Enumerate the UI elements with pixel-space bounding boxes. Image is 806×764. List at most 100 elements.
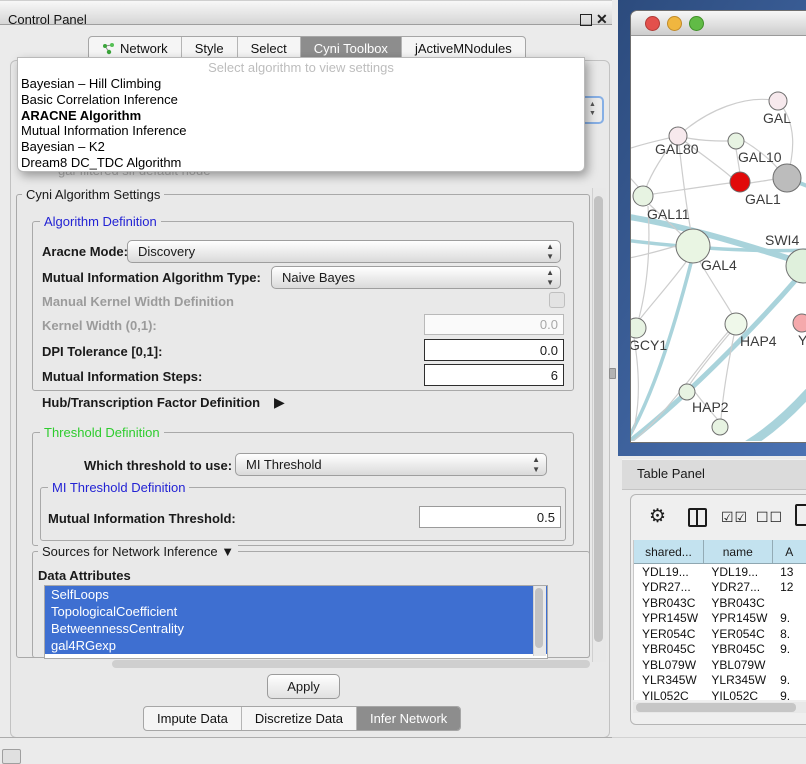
mi-threshold-group-title: MI Threshold Definition [48,480,189,495]
mi-type-label: Mutual Information Algorithm Type: [42,270,261,285]
tab-discretize-data[interactable]: Discretize Data [241,707,356,730]
float-window-icon[interactable] [580,14,592,26]
list-item[interactable]: gal4RGexp [45,637,547,654]
network-graph[interactable]: GAL GAL80 GAL10 GAL1 GAL11 GAL4 SWI4 GCY… [631,36,806,441]
node-label: HAP2 [692,399,729,415]
splitter-handle[interactable] [609,368,616,379]
table-row[interactable]: YBL079WYBL079W [634,657,806,673]
node-label: GCY1 [631,337,667,353]
list-item[interactable]: BetweennessCentrality [45,620,547,637]
option-mutual-information[interactable]: Mutual Information Inference [18,123,584,139]
manual-kernel-label: Manual Kernel Width Definition [42,294,234,309]
network-view-frame: GAL GAL80 GAL10 GAL1 GAL11 GAL4 SWI4 GCY… [618,0,806,456]
network-canvas[interactable]: GAL GAL80 GAL10 GAL1 GAL11 GAL4 SWI4 GCY… [631,36,806,441]
table-row[interactable]: YER054CYER054C8. [634,626,806,642]
option-aracne[interactable]: ARACNE Algorithm [18,108,584,124]
tab-impute-data[interactable]: Impute Data [144,707,241,730]
column-header[interactable]: shared... [634,540,703,564]
table-hscrollbar-thumb[interactable] [636,703,796,712]
collapse-arrow-icon[interactable]: ▼ [221,544,234,559]
list-item[interactable]: TopologicalCoefficient [45,603,547,620]
export-table-icon[interactable] [795,504,806,526]
node-label: GAL4 [701,257,737,273]
table-row[interactable]: YBR045CYBR045C9. [634,642,806,658]
node[interactable] [773,164,801,192]
cyni-algorithm-settings-title: Cyni Algorithm Settings [22,187,164,202]
node[interactable] [769,92,787,110]
list-scrollbar-thumb[interactable] [535,588,543,648]
data-attributes-list[interactable]: SelfLoops TopologicalCoefficient Between… [44,585,548,659]
deselect-all-columns-icon[interactable]: ☐☐ [756,509,783,526]
stepper-arrows-icon: ▲▼ [546,242,554,262]
network-window-titlebar[interactable] [631,11,806,36]
settings-scrollbar-thumb[interactable] [594,196,603,642]
node-swi4[interactable] [786,249,806,283]
mi-steps-label: Mutual Information Steps: [42,369,202,384]
close-panel-icon[interactable]: ✕ [596,11,608,28]
node[interactable] [712,419,728,435]
node-label: SWI4 [765,232,799,248]
manual-kernel-checkbox[interactable] [549,292,565,308]
which-threshold-select[interactable]: MI Threshold ▲▼ [235,453,547,476]
node-label: GAL10 [738,149,782,165]
column-header[interactable]: A [772,540,806,564]
table-row[interactable]: YDL19...YDL19...13 [634,564,806,580]
edge[interactable] [750,179,774,183]
expander-arrow-icon[interactable]: ▶ [274,394,285,411]
node[interactable] [728,133,744,149]
table-row[interactable]: YLR345WYLR345W9. [634,673,806,689]
network-window: GAL GAL80 GAL10 GAL1 GAL11 GAL4 SWI4 GCY… [630,10,806,443]
edge[interactable] [653,183,730,194]
threshold-definition-title: Threshold Definition [40,425,164,440]
option-bayesian-k2[interactable]: Bayesian – K2 [18,139,584,155]
option-basic-correlation[interactable]: Basic Correlation Inference [18,92,584,108]
minimize-window-icon[interactable] [667,16,682,31]
select-all-columns-icon[interactable]: ☑☑ [721,509,748,526]
gear-icon[interactable]: ⚙ [649,505,666,528]
node-table[interactable]: shared... name A YDL19...YDL19...13 YDR2… [633,540,806,700]
aracne-mode-select[interactable]: Discovery ▲▼ [127,240,561,263]
node-label: GAL11 [647,206,690,222]
algorithm-definition-title: Algorithm Definition [40,214,161,229]
mi-threshold-input[interactable]: 0.5 [419,506,561,528]
edge[interactable] [631,246,676,260]
node[interactable] [631,318,646,338]
option-dream8[interactable]: Dream8 DC_TDC Algorithm [18,155,584,171]
control-panel-titlebar [0,0,612,25]
edge-highlight[interactable] [717,392,806,441]
table-row[interactable]: YIL052CYIL052C9. [634,688,806,700]
split-columns-icon[interactable] [688,508,707,527]
stepper-arrows-icon: ▲▼ [532,455,540,475]
node[interactable] [725,313,747,335]
data-attributes-label: Data Attributes [38,568,131,583]
zoom-window-icon[interactable] [689,16,704,31]
table-row[interactable]: YDR27...YDR27...12 [634,580,806,596]
stepper-arrows-icon: ▲▼ [546,268,554,288]
sources-group-title[interactable]: Sources for Network Inference ▼ [38,544,238,559]
inference-algorithm-combo-fragment[interactable]: ▲▼ [583,96,604,124]
dpi-tolerance-label: DPI Tolerance [0,1]: [42,344,162,359]
node-gal1[interactable] [730,172,750,192]
close-window-icon[interactable] [645,16,660,31]
option-bayesian-hill-climbing[interactable]: Bayesian – Hill Climbing [18,76,584,92]
table-row[interactable]: YPR145WYPR145W9. [634,611,806,627]
kernel-width-input[interactable]: 0.0 [424,314,564,335]
mi-steps-input[interactable]: 6 [424,364,564,386]
panel-bottom-border [0,737,612,738]
mi-type-select[interactable]: Naive Bayes ▲▼ [271,266,561,289]
dropdown-placeholder: Select algorithm to view settings [18,58,584,76]
dpi-tolerance-input[interactable]: 0.0 [424,339,564,361]
node-label: HAP4 [740,333,777,349]
node[interactable] [793,314,806,332]
node[interactable] [633,186,653,206]
hub-definition-expander[interactable]: Hub/Transcription Factor Definition [42,395,260,410]
tab-infer-network[interactable]: Infer Network [356,707,460,730]
node[interactable] [679,384,695,400]
apply-button[interactable]: Apply [267,674,340,699]
which-threshold-label: Which threshold to use: [84,458,232,473]
table-row[interactable]: YBR043CYBR043C [634,595,806,611]
list-item[interactable]: SelfLoops [45,586,547,603]
settings-hscrollbar-thumb[interactable] [112,660,590,668]
mi-threshold-label: Mutual Information Threshold: [48,511,236,526]
column-header[interactable]: name [703,540,772,564]
